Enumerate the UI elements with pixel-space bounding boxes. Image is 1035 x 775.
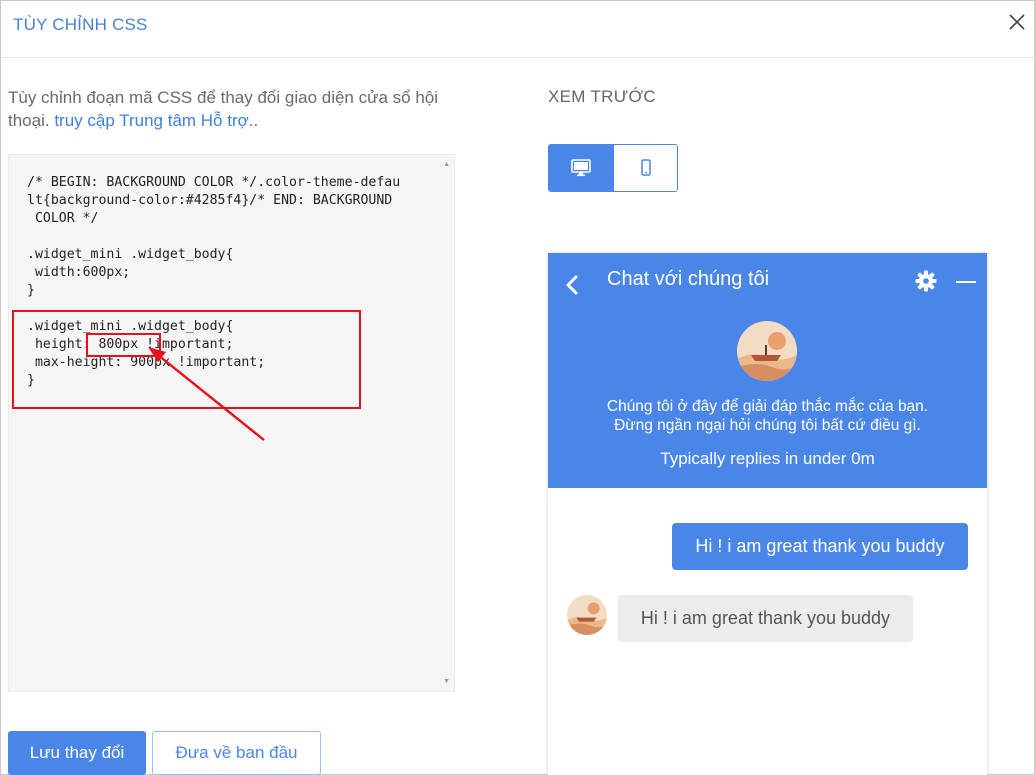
- scroll-up-icon[interactable]: ▲: [443, 161, 450, 168]
- scroll-down-icon[interactable]: ▼: [443, 678, 450, 685]
- modal-header: TÙY CHỈNH CSS: [0, 0, 1035, 58]
- chat-widget-header: Chat với chúng tôi Chúng tôi ở đây để gi…: [548, 253, 987, 488]
- preview-label: XEM TRƯỚC: [548, 87, 656, 106]
- outgoing-message: Hi ! i am great thank you buddy: [672, 523, 968, 570]
- gear-icon[interactable]: [915, 270, 937, 292]
- description: Tùy chỉnh đoạn mã CSS để thay đổi giao d…: [8, 86, 448, 132]
- agent-avatar: [737, 321, 797, 381]
- desktop-icon: [571, 159, 591, 177]
- chat-widget-preview: Chat với chúng tôi Chúng tôi ở đây để gi…: [548, 253, 987, 775]
- welcome-line-1: Chúng tôi ở đây để giải đáp thắc mắc của…: [606, 398, 929, 415]
- modal-title: TÙY CHỈNH CSS: [13, 15, 148, 34]
- close-icon[interactable]: [1005, 10, 1029, 34]
- reply-time: Typically replies in under 0m: [660, 449, 875, 468]
- chat-widget-title: Chat với chúng tôi: [607, 268, 770, 290]
- highlight-box: [12, 310, 361, 409]
- reset-button[interactable]: Đưa về ban đầu: [152, 731, 321, 775]
- device-toggle: [548, 144, 678, 192]
- highlight-value-box: [86, 333, 161, 357]
- mobile-preview-button[interactable]: [613, 145, 677, 191]
- save-button[interactable]: Lưu thay đổi: [8, 731, 146, 775]
- description-suffix: ..: [248, 111, 259, 130]
- back-chevron-icon[interactable]: [562, 273, 582, 297]
- mobile-icon: [640, 159, 651, 176]
- incoming-message: Hi ! i am great thank you buddy: [618, 595, 913, 642]
- help-center-link[interactable]: truy cập Trung tâm Hỗ trợ: [54, 111, 248, 130]
- welcome-message: Chúng tôi ở đây để giải đáp thắc mắc của…: [548, 397, 987, 435]
- agent-avatar-small: [567, 595, 607, 635]
- desktop-preview-button[interactable]: [549, 145, 613, 191]
- css-editor[interactable]: /* BEGIN: BACKGROUND COLOR */.color-them…: [8, 154, 455, 692]
- minimize-icon[interactable]: [956, 281, 976, 283]
- welcome-line-2: Đừng ngần ngại hỏi chúng tôi bất cứ điều…: [614, 417, 921, 434]
